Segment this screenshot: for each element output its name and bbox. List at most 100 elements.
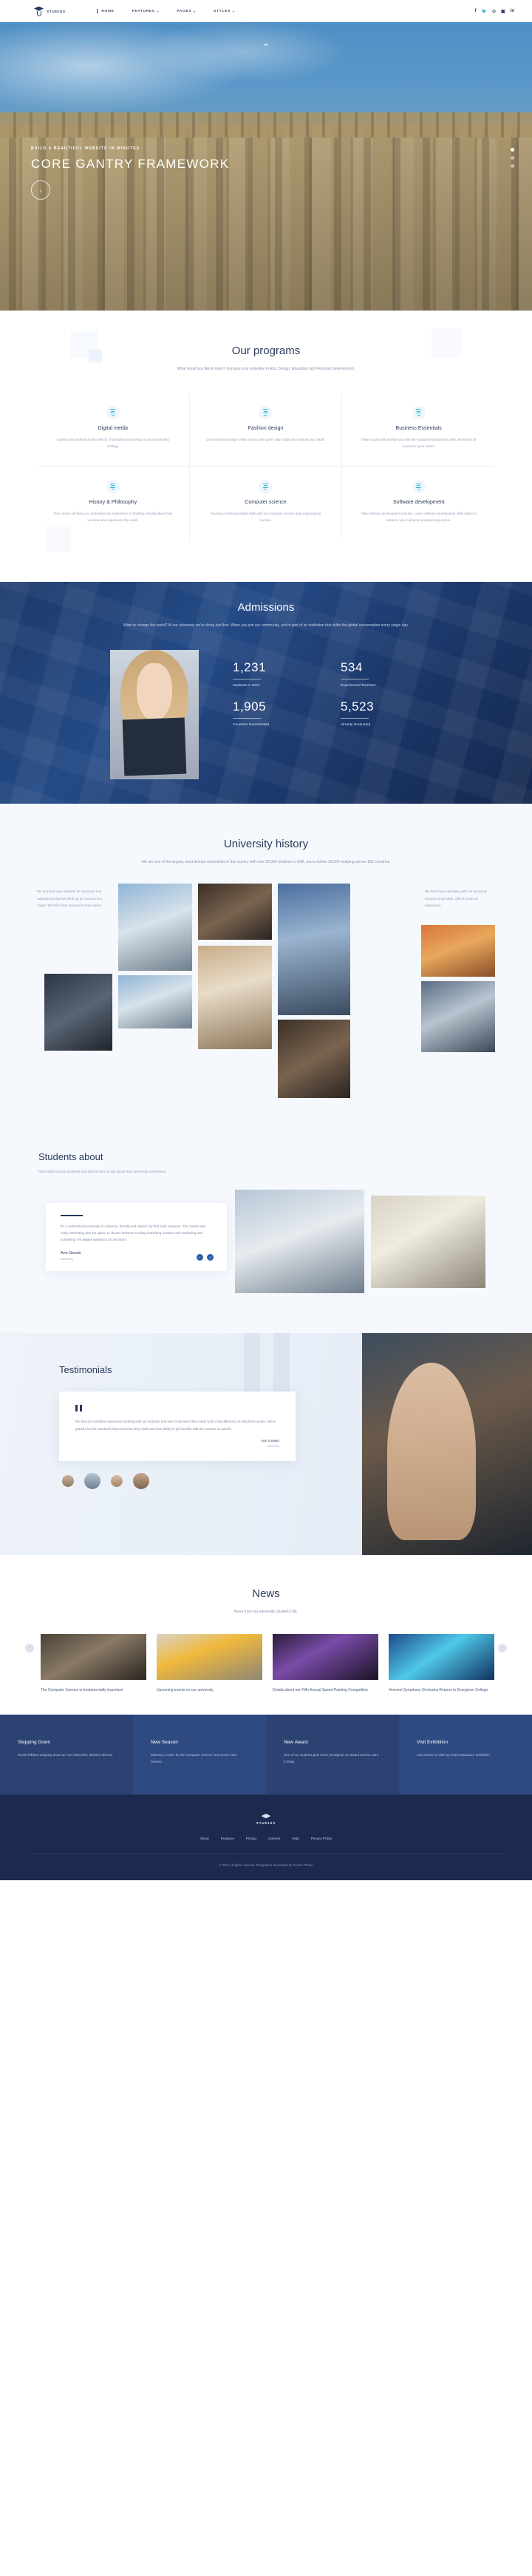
admissions-subtitle: Want to change the world? At our univers… xyxy=(123,623,409,628)
footer-link-about[interactable]: About xyxy=(200,1837,209,1840)
admissions-body: 1,231 Students In 2022 534 Experienced T… xyxy=(0,650,532,779)
decor-square xyxy=(46,526,71,552)
news-section: News News from our university, student's… xyxy=(0,1555,532,1715)
chevron-down-icon: ▾ xyxy=(194,9,197,13)
program-card[interactable]: Fashion design Learn Fashion Design onli… xyxy=(189,392,343,467)
prev-button[interactable]: ‹ xyxy=(197,1254,203,1261)
footer-link-help[interactable]: Help xyxy=(292,1837,299,1840)
promo-section: Stepping Down David Williams stepping do… xyxy=(0,1714,532,1794)
history-image xyxy=(278,1020,350,1098)
logo[interactable]: STUDIUS xyxy=(34,6,66,16)
testimonials-section: Testimonials We had an incredible experi… xyxy=(0,1333,532,1555)
program-desc: Take software development courses. Learn… xyxy=(361,512,477,523)
history-image xyxy=(421,925,495,977)
promo-card[interactable]: Stepping Down David Williams stepping do… xyxy=(0,1714,133,1794)
stat-label: Experienced Teachers xyxy=(341,684,376,688)
program-icon xyxy=(412,480,426,493)
facebook-icon[interactable]: f xyxy=(474,9,476,13)
footer-link-features[interactable]: Features xyxy=(221,1837,234,1840)
admissions-photo xyxy=(110,650,199,779)
next-button[interactable]: › xyxy=(207,1254,214,1261)
history-image xyxy=(278,884,350,1015)
student-name: Ann Gossio xyxy=(61,1251,81,1256)
avatar[interactable] xyxy=(133,1473,149,1490)
students-about-subtitle: Read what current students and alumni ha… xyxy=(38,1170,167,1173)
program-title: History & Philosophy xyxy=(89,500,137,505)
avatar[interactable] xyxy=(84,1473,100,1490)
stat-item: 1,231 Students In 2022 xyxy=(233,660,314,688)
news-title: News xyxy=(252,1587,280,1600)
stat-item: 1,905 Countries Represented xyxy=(233,699,314,727)
divider xyxy=(61,1215,83,1216)
promo-card[interactable]: New Award One of our students gets some … xyxy=(266,1714,399,1794)
news-card-title: Vermont Symphony Orchestra Returns to Ev… xyxy=(389,1687,488,1692)
history-image xyxy=(44,974,112,1051)
scroll-up-icon[interactable]: ⌃ xyxy=(262,41,270,54)
news-grid: The Computer Science is fundamentally im… xyxy=(41,1633,494,1694)
testimonial-text: We had an incredible experience working … xyxy=(75,1420,276,1431)
news-card[interactable]: Upcoming events on our university xyxy=(157,1633,262,1694)
students-about-title: Students about xyxy=(38,1151,103,1162)
testimonials-title: Testimonials xyxy=(59,1364,112,1375)
linkedin-icon[interactable]: in xyxy=(511,9,514,13)
promo-title: Visit Exhibition xyxy=(417,1739,449,1745)
twitter-icon[interactable]: 🐦 xyxy=(481,9,486,14)
news-subtitle: News from our university, student's life… xyxy=(233,1610,299,1614)
program-desc: These course will provide you with the f… xyxy=(361,437,477,448)
news-card[interactable]: Vermont Symphony Orchestra Returns to Ev… xyxy=(389,1633,494,1694)
promo-title: New Season xyxy=(151,1739,178,1745)
nav-item-pages[interactable]: PAGES ▾ xyxy=(177,9,196,13)
nav-label: HOME xyxy=(101,9,115,13)
admissions-header: Admissions Want to change the world? At … xyxy=(0,582,532,630)
program-desc: Explore and understand the effects of di… xyxy=(56,437,169,448)
program-desc: This course will help you understand the… xyxy=(53,512,173,523)
instagram-icon[interactable]: ▣ xyxy=(501,9,505,14)
news-card-title: The Computer Science is fundamentally im… xyxy=(41,1687,123,1692)
nav-label: FEATURES xyxy=(132,9,155,13)
programs-subtitle: What would you like to learn? Increase y… xyxy=(177,367,355,371)
program-title: Business Essentials xyxy=(395,425,442,431)
testimonial-avatars xyxy=(62,1473,532,1490)
stat-number: 534 xyxy=(341,660,363,674)
program-desc: Learn Fashion Design online at your own … xyxy=(205,437,326,441)
program-card[interactable]: Software development Take software devel… xyxy=(342,467,495,540)
slider-dot[interactable] xyxy=(511,164,514,168)
admissions-stats: 1,231 Students In 2022 534 Experienced T… xyxy=(233,650,422,727)
news-prev-button[interactable]: ‹ xyxy=(25,1644,34,1653)
news-card[interactable]: The Computer Science is fundamentally im… xyxy=(41,1633,146,1694)
avatar[interactable] xyxy=(62,1475,74,1488)
chevron-down-icon: ▾ xyxy=(157,9,160,13)
program-card[interactable]: Computer science Develop in-demand digit… xyxy=(190,467,343,540)
nav-item-features[interactable]: FEATURES ▾ xyxy=(132,9,160,13)
footer-link-privacy[interactable]: Privacy Policy xyxy=(311,1837,332,1840)
slider-dot[interactable] xyxy=(511,156,514,160)
hero-scroll-button[interactable]: ↓ xyxy=(31,180,50,200)
program-card[interactable]: Business Essentials These course will pr… xyxy=(342,393,495,467)
footer-logo-text: STUDIUS xyxy=(256,1821,276,1825)
stat-number: 1,231 xyxy=(233,660,267,674)
github-icon[interactable]: ⊙ xyxy=(492,9,496,14)
news-next-button[interactable]: › xyxy=(498,1644,507,1653)
promo-card[interactable]: Visit Exhibition Last chance to visit ou… xyxy=(399,1714,532,1794)
news-card[interactable]: Details about our Fifth Annual Speed Pai… xyxy=(273,1633,378,1694)
footer-link-careers[interactable]: Careers xyxy=(268,1837,280,1840)
program-card[interactable]: Digital media Explore and understand the… xyxy=(37,392,190,467)
stat-label: Already Graduated xyxy=(341,723,371,727)
nav-item-styles[interactable]: STYLES ▾ xyxy=(214,9,235,13)
promo-text: Mahoney Center for the Computer Science … xyxy=(151,1752,237,1763)
history-left-text: We don't just give students an education… xyxy=(37,889,103,908)
nav-label: PAGES xyxy=(177,9,192,13)
history-image xyxy=(118,975,192,1028)
history-right-text: We have been operating with our universi… xyxy=(425,889,488,908)
slider-dot[interactable] xyxy=(511,148,514,152)
nav-item-home[interactable]: HOME xyxy=(97,9,115,13)
footer-logo[interactable]: STUDIUS xyxy=(0,1814,532,1825)
news-image xyxy=(41,1633,146,1680)
avatar[interactable] xyxy=(111,1475,123,1488)
news-image xyxy=(389,1633,494,1680)
student-photo xyxy=(371,1196,485,1288)
footer-link-pricing[interactable]: Pricing xyxy=(246,1837,256,1840)
promo-card[interactable]: New Season Mahoney Center for the Comput… xyxy=(133,1714,266,1794)
programs-grid: Digital media Explore and understand the… xyxy=(37,392,495,540)
logo-text: STUDIUS xyxy=(47,9,66,13)
